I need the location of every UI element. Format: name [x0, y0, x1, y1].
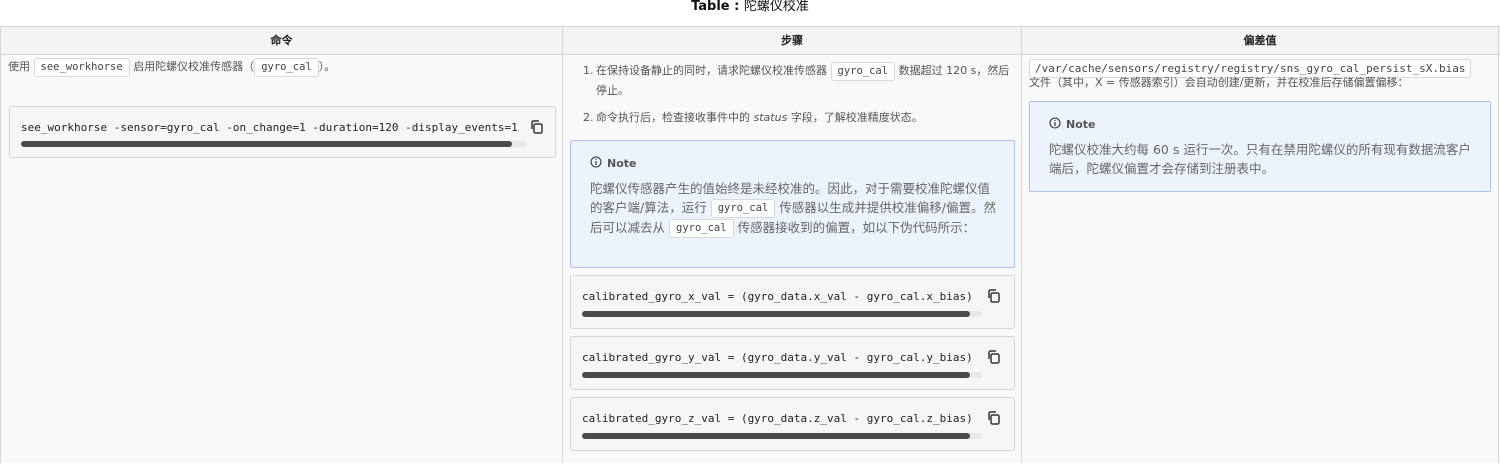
step-text: 命令执行后，检查接收事件中的: [596, 110, 750, 124]
copy-icon[interactable]: [986, 410, 1002, 426]
command-code-block: see_workhorse -sensor=gyro_cal -on_chang…: [9, 106, 556, 158]
inline-code-gyro-cal: gyro_cal: [710, 199, 776, 218]
code-scrollbar[interactable]: [582, 311, 982, 317]
table-header-row: 命令 步骤 偏差值: [0, 27, 1500, 55]
command-intro: 使用 see_workhorse 启用陀螺仪校准传感器（ gyro_cal）。: [8, 57, 558, 77]
scrollbar-thumb[interactable]: [582, 372, 970, 378]
bias-description: 文件（其中，X = 传感器索引）会自动创建/更新，并在校准后存储偏置偏移：: [1029, 76, 1409, 89]
inline-code-see-workhorse: see_workhorse: [33, 57, 130, 77]
note-text: 传感器接收到的偏置，如以下伪代码所示：: [737, 220, 976, 235]
inline-code-gyro-cal: gyro_cal: [830, 61, 896, 81]
copy-icon[interactable]: [986, 349, 1002, 365]
note-header: Note: [1049, 117, 1095, 132]
cell-command: 使用 see_workhorse 启用陀螺仪校准传感器（ gyro_cal）。 s…: [0, 55, 563, 463]
code-scrollbar[interactable]: [21, 141, 527, 147]
code-scrollbar[interactable]: [582, 433, 982, 439]
cell-bias: /var/cache/sensors/registry/registry/sns…: [1022, 55, 1499, 463]
table-caption: Table : 陀螺仪校准: [0, 0, 1500, 14]
step-text: 字段，了解校准精度状态。: [790, 110, 923, 124]
table-body-row: 使用 see_workhorse 启用陀螺仪校准传感器（ gyro_cal）。 s…: [0, 55, 1500, 463]
info-icon: [1049, 117, 1061, 132]
info-icon: [590, 156, 602, 171]
header-bias: 偏差值: [1022, 27, 1499, 55]
copy-icon[interactable]: [986, 288, 1002, 304]
scrollbar-thumb[interactable]: [582, 433, 970, 439]
intro-text: ）。: [318, 60, 336, 73]
status-field-name: status: [753, 110, 788, 124]
intro-text: 使用: [8, 60, 30, 73]
note-callout: Note 陀螺仪校准大约每 60 s 运行一次。只有在禁用陀螺仪的所有现有数据流…: [1029, 101, 1491, 192]
header-steps: 步骤: [563, 27, 1022, 55]
gyro-calibration-table: 命令 步骤 偏差值 使用 see_workhorse 启用陀螺仪校准传感器（ gy…: [0, 26, 1500, 463]
code-line-y: calibrated_gyro_y_val = (gyro_data.y_val…: [582, 351, 973, 364]
caption-label: Table :: [691, 0, 740, 14]
code-line-z: calibrated_gyro_z_val = (gyro_data.z_val…: [582, 412, 973, 425]
step-item: 1. 在保持设备静止的同时，请求陀螺仪校准传感器 gyro_cal 数据超过 1…: [583, 61, 1013, 100]
step-number: 2.: [583, 110, 594, 124]
intro-text: 启用陀螺仪校准传感器（: [133, 60, 255, 73]
steps-list: 1. 在保持设备静止的同时，请求陀螺仪校准传感器 gyro_cal 数据超过 1…: [583, 61, 1013, 135]
code-block-y: calibrated_gyro_y_val = (gyro_data.y_val…: [570, 336, 1015, 390]
header-command: 命令: [0, 27, 563, 55]
code-block-z: calibrated_gyro_z_val = (gyro_data.z_val…: [570, 397, 1015, 451]
note-body: 陀螺仪校准大约每 60 s 运行一次。只有在禁用陀螺仪的所有现有数据流客户端后，…: [1049, 142, 1471, 176]
cell-steps: 1. 在保持设备静止的同时，请求陀螺仪校准传感器 gyro_cal 数据超过 1…: [563, 55, 1022, 463]
step-item: 2. 命令执行后，检查接收事件中的 status 字段，了解校准精度状态。: [583, 108, 1013, 127]
caption-text: 陀螺仪校准: [743, 0, 809, 14]
step-number: 1.: [583, 64, 594, 77]
scrollbar-thumb[interactable]: [582, 311, 970, 317]
inline-code-gyro-cal: gyro_cal: [254, 57, 319, 77]
code-scrollbar[interactable]: [582, 372, 982, 378]
step-text: 在保持设备静止的同时，请求陀螺仪校准传感器: [596, 64, 827, 77]
code-block-x: calibrated_gyro_x_val = (gyro_data.x_val…: [570, 275, 1015, 329]
note-callout: Note 陀螺仪传感器产生的值始终是未经校准的。因此，对于需要校准陀螺仪值的客户…: [570, 140, 1015, 268]
scrollbar-thumb[interactable]: [21, 141, 512, 147]
note-title: Note: [607, 157, 637, 170]
code-line-x: calibrated_gyro_x_val = (gyro_data.x_val…: [582, 290, 973, 303]
copy-icon[interactable]: [529, 119, 545, 135]
inline-code-gyro-cal: gyro_cal: [669, 219, 734, 238]
note-header: Note: [590, 156, 636, 171]
note-title: Note: [1066, 118, 1096, 131]
note-body: 陀螺仪传感器产生的值始终是未经校准的。因此，对于需要校准陀螺仪值的客户端/算法，…: [590, 179, 1000, 238]
command-code: see_workhorse -sensor=gyro_cal -on_chang…: [21, 121, 518, 134]
